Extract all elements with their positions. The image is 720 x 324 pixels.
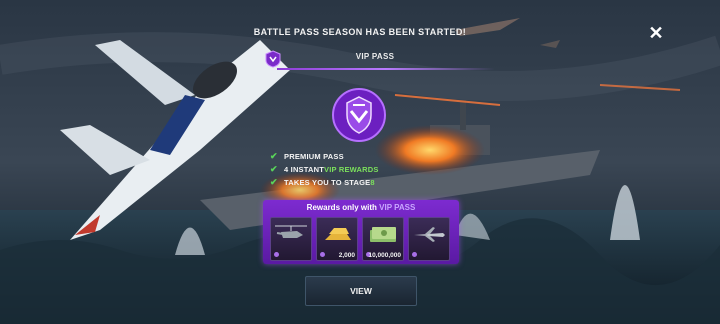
reward-amount: 10,000,000	[368, 252, 401, 259]
feature-text: 4 INSTANT	[284, 165, 324, 174]
close-button[interactable]: ✕	[644, 21, 668, 45]
rewards-title: Rewards only with VIP PASS	[306, 203, 416, 212]
feature-item: ✔ TAKES YOU TO STAGE 8	[270, 176, 379, 189]
banner-title: BATTLE PASS SEASON HAS BEEN STARTED!	[253, 27, 467, 37]
rarity-dot	[274, 252, 279, 257]
close-icon: ✕	[648, 22, 664, 43]
vip-pass-header: VIP PASS	[255, 46, 495, 70]
cash-icon	[370, 227, 396, 242]
reward-slot-helicopter[interactable]	[270, 217, 312, 261]
rarity-dot	[320, 252, 325, 257]
reward-slot-cash[interactable]: 10,000,000	[362, 217, 404, 261]
helicopter-icon	[275, 225, 307, 238]
check-icon: ✔	[270, 151, 278, 161]
header-divider	[277, 68, 495, 70]
feature-highlight: VIP REWARDS	[324, 165, 379, 174]
check-icon: ✔	[270, 164, 278, 174]
vip-rewards-panel: Rewards only with VIP PASS 2,000 10,000,…	[263, 200, 459, 264]
view-button[interactable]: VIEW	[305, 276, 417, 306]
feature-item: ✔ 4 INSTANT VIP REWARDS	[270, 163, 379, 176]
feature-item: ✔ PREMIUM PASS	[270, 150, 379, 163]
vip-pass-emblem-icon	[332, 88, 386, 142]
reward-slot-jet[interactable]	[408, 217, 450, 261]
check-icon: ✔	[270, 177, 278, 187]
rarity-dot	[412, 252, 417, 257]
pass-label: VIP PASS	[355, 52, 395, 61]
jet-fighter-icon	[414, 227, 445, 242]
feature-text: PREMIUM PASS	[284, 152, 344, 161]
feature-highlight: 8	[370, 178, 375, 187]
reward-amount: 2,000	[338, 252, 355, 259]
feature-list: ✔ PREMIUM PASS ✔ 4 INSTANT VIP REWARDS ✔…	[270, 150, 379, 189]
gold-bars-icon	[325, 228, 351, 240]
feature-text: TAKES YOU TO STAGE	[284, 178, 371, 187]
reward-slot-gold[interactable]: 2,000	[316, 217, 358, 261]
